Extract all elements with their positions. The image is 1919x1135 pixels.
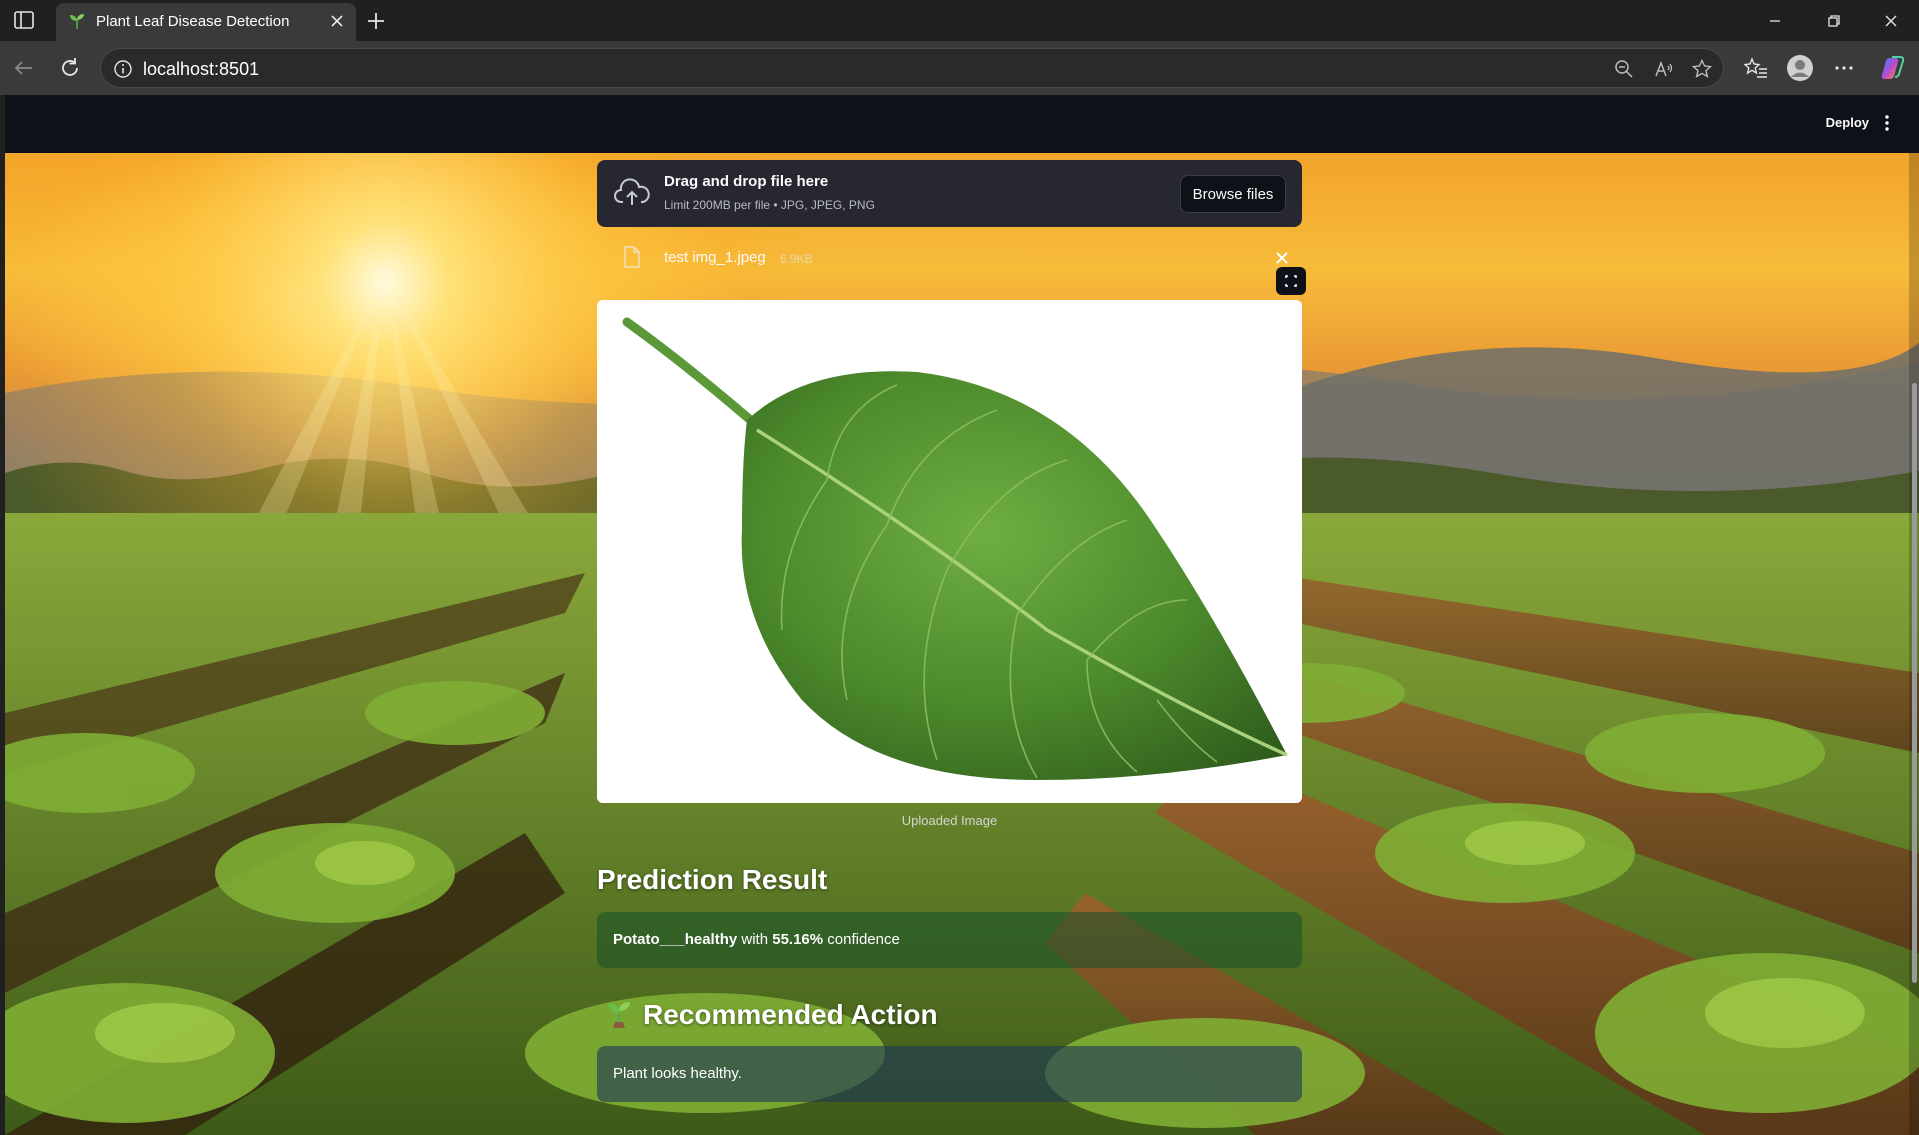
main-menu-icon[interactable]	[1877, 113, 1897, 133]
browse-files-button[interactable]: Browse files	[1180, 175, 1286, 213]
remove-file-icon[interactable]	[1274, 250, 1290, 266]
site-info-icon[interactable]	[113, 59, 133, 79]
fullscreen-button[interactable]	[1276, 267, 1306, 295]
reload-icon[interactable]	[56, 54, 84, 82]
url-text: localhost:8501	[143, 59, 260, 79]
browser-tab[interactable]: Plant Leaf Disease Detection	[56, 3, 356, 41]
close-tab-icon[interactable]	[326, 10, 348, 32]
file-icon	[624, 246, 640, 268]
recommendation-heading-text: Recommended Action	[643, 999, 938, 1030]
browser-toolbar: localhost:8501	[0, 41, 1919, 95]
minimize-window-icon[interactable]	[1762, 8, 1788, 34]
recommendation-text: Plant looks healthy.	[613, 1065, 742, 1082]
address-bar[interactable]: localhost:8501	[100, 48, 1724, 88]
profile-avatar-icon[interactable]	[1786, 54, 1814, 82]
tab-title: Plant Leaf Disease Detection	[96, 13, 290, 30]
dropzone-instructions: Drag and drop file here	[664, 173, 829, 190]
seedling-icon	[608, 1002, 630, 1028]
prediction-mid: with	[737, 931, 773, 948]
leaf-picture	[597, 300, 1302, 803]
prediction-suffix: confidence	[823, 931, 900, 948]
seedling-favicon-icon	[70, 14, 84, 29]
prediction-heading: Prediction Result	[597, 864, 828, 895]
restore-window-icon[interactable]	[1821, 8, 1847, 34]
app-header: Deploy	[5, 95, 1919, 153]
more-options-icon[interactable]	[1830, 54, 1858, 82]
favorite-star-icon[interactable]	[1691, 58, 1713, 80]
tab-actions-icon[interactable]	[12, 9, 36, 31]
prediction-confidence: 55.16%	[772, 931, 824, 948]
back-arrow-icon[interactable]	[10, 54, 38, 82]
recommendation-heading: Recommended Action	[603, 998, 938, 1031]
new-tab-icon[interactable]	[364, 9, 388, 33]
recommendation-alert: Plant looks healthy.	[597, 1046, 1302, 1102]
scrollbar-thumb[interactable]	[1912, 383, 1917, 983]
image-caption: Uploaded Image	[901, 813, 998, 828]
copilot-icon[interactable]	[1878, 54, 1906, 82]
read-aloud-icon[interactable]	[1653, 58, 1675, 80]
prediction-text: Potato___healthy with 55.16% confidence	[613, 931, 900, 948]
close-window-icon[interactable]	[1878, 8, 1904, 34]
uploaded-file-row: test img_1.jpeg 6.9KB	[597, 242, 1302, 272]
file-name: test img_1.jpeg	[664, 249, 766, 266]
file-size: 6.9KB	[780, 252, 813, 266]
uploaded-leaf-image	[597, 300, 1302, 803]
favorites-icon[interactable]	[1742, 54, 1770, 82]
expand-icon	[1285, 275, 1297, 287]
dropzone-limits: Limit 200MB per file • JPG, JPEG, PNG	[664, 198, 875, 212]
zoom-out-icon[interactable]	[1613, 58, 1635, 80]
prediction-label: Potato___healthy	[613, 931, 738, 948]
file-dropzone[interactable]: Drag and drop file here Limit 200MB per …	[597, 160, 1302, 227]
cloud-upload-icon	[614, 178, 650, 205]
page-scrollbar[interactable]	[1909, 153, 1919, 1135]
deploy-button[interactable]: Deploy	[1826, 115, 1869, 130]
browser-tab-bar: Plant Leaf Disease Detection	[0, 0, 1919, 41]
prediction-result-alert: Potato___healthy with 55.16% confidence	[597, 912, 1302, 968]
